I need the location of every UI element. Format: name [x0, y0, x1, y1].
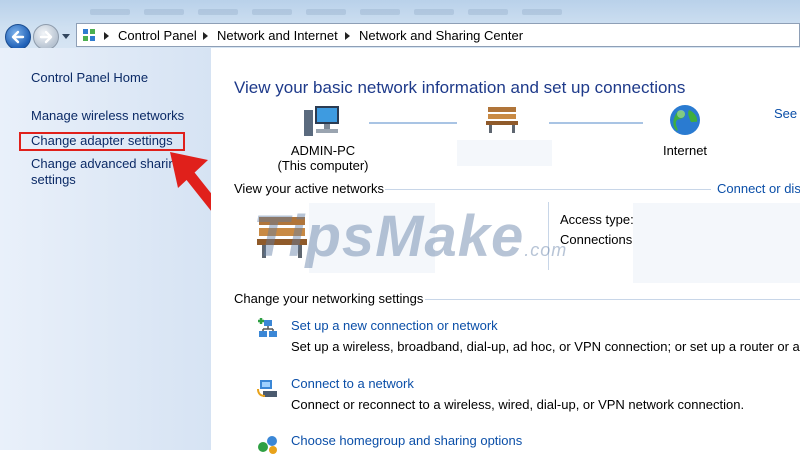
sidebar-item-manage-wireless-networks[interactable]: Manage wireless networks [31, 108, 184, 123]
recent-pages-chevron-down-icon[interactable] [62, 34, 70, 39]
section-divider [385, 189, 711, 190]
bench-network-icon [486, 107, 518, 133]
blurred-connection-values [633, 203, 800, 283]
computer-name-label: ADMIN-PC [290, 143, 356, 158]
connect-or-disconnect-link[interactable]: Connect or disc [717, 181, 800, 196]
section-divider [425, 299, 800, 300]
setup-new-connection-link[interactable]: Set up a new connection or network [291, 318, 498, 333]
highlight-box [19, 132, 185, 151]
blurred-network-name [457, 140, 552, 166]
computer-note-label: (This computer) [277, 158, 369, 173]
setup-new-connection-desc: Set up a wireless, broadband, dial-up, a… [291, 339, 800, 354]
breadcrumb-network-and-internet[interactable]: Network and Internet [217, 28, 338, 43]
see-full-map-link[interactable]: See f [774, 106, 800, 121]
breadcrumb-separator-icon [203, 32, 208, 40]
sidebar-item-change-advanced-sharing[interactable]: Change advanced sharing [31, 156, 183, 171]
connect-network-icon [257, 380, 277, 397]
connect-to-network-desc: Connect or reconnect to a wireless, wire… [291, 397, 745, 412]
back-button[interactable] [5, 24, 31, 50]
active-networks-header: View your active networks [234, 181, 385, 196]
internet-link-line [549, 122, 643, 124]
access-type-label: Access type: [560, 212, 634, 227]
new-connection-icon [258, 318, 277, 337]
network-link-line [369, 122, 457, 124]
homegroup-icon [258, 436, 277, 454]
globe-icon [670, 105, 700, 135]
watermark-brand: TipsMake [253, 204, 525, 269]
main-content: View your basic network information and … [211, 48, 800, 454]
sidebar-item-change-advanced-sharing-line2[interactable]: settings [31, 172, 76, 187]
breadcrumb-control-panel[interactable]: Control Panel [118, 28, 197, 43]
sidebar-item-control-panel-home[interactable]: Control Panel Home [31, 70, 148, 85]
breadcrumb-network-and-sharing-center[interactable]: Network and Sharing Center [359, 28, 523, 43]
connections-label: Connections: [560, 232, 636, 247]
back-arrow-icon [11, 30, 25, 44]
breadcrumb-separator-icon [345, 32, 350, 40]
computer-icon [304, 106, 339, 136]
internet-label: Internet [662, 143, 708, 158]
breadcrumb-separator-icon [104, 32, 109, 40]
forward-button[interactable] [33, 24, 59, 50]
homegroup-sharing-link[interactable]: Choose homegroup and sharing options [291, 433, 522, 448]
address-bar[interactable]: Control Panel Network and Internet Netwo… [76, 23, 800, 47]
watermark-logo: TipsMake.com [253, 203, 567, 270]
sidebar: Control Panel Home Manage wireless netwo… [0, 48, 211, 450]
forward-arrow-icon [39, 30, 53, 44]
control-panel-icon [83, 29, 95, 41]
watermark-suffix: .com [524, 240, 568, 260]
page-title: View your basic network information and … [234, 78, 686, 97]
networking-settings-header: Change your networking settings [234, 291, 424, 306]
menu-bar-hint [90, 2, 710, 15]
connect-to-network-link[interactable]: Connect to a network [291, 376, 414, 391]
